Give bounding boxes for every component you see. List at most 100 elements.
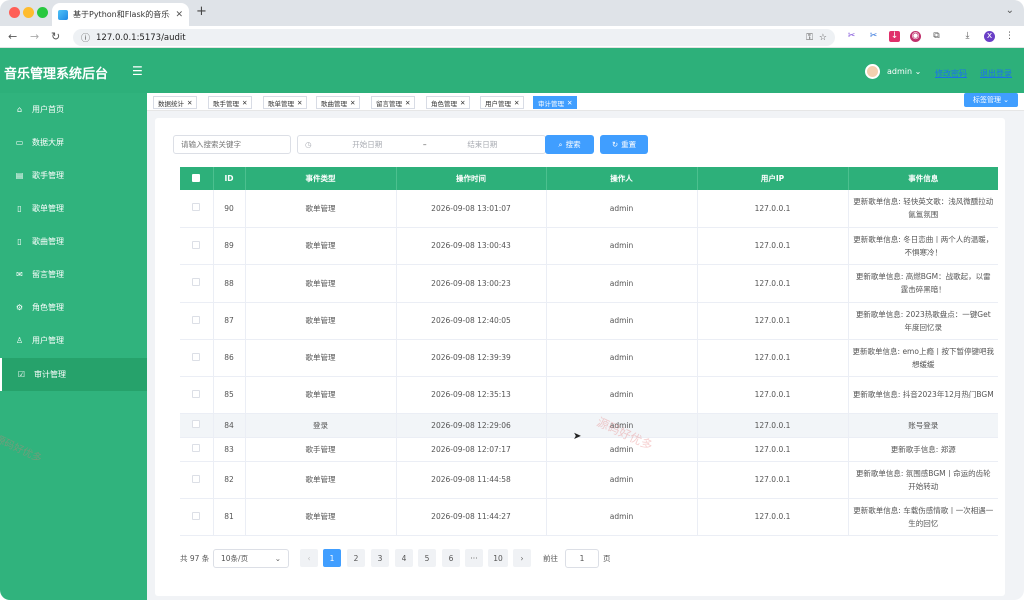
row-checkbox[interactable]	[180, 498, 214, 536]
sidebar-item-songs[interactable]: ▯ 歌曲管理	[0, 225, 147, 258]
tag-roles[interactable]: 角色管理 ✕	[426, 96, 471, 109]
tag-singers[interactable]: 歌手管理 ✕	[208, 96, 253, 109]
tag-playlists[interactable]: 歌单管理 ✕	[263, 96, 308, 109]
prev-page-button[interactable]: ‹	[300, 549, 318, 567]
cell-info: 更新歌单信息: 抖音2023年12月热门BGM	[848, 376, 998, 414]
cell-event-type: 登录	[245, 413, 397, 438]
close-icon[interactable]: ✕	[405, 99, 410, 107]
browser-tab[interactable]: 基于Python和Flask的音乐平台 ✕	[52, 3, 189, 26]
tab-strip: 基于Python和Flask的音乐平台 ✕ + ⌄	[0, 0, 1024, 26]
close-icon[interactable]: ✕	[567, 99, 572, 107]
cell-event-type: 歌单管理	[245, 264, 397, 303]
reload-icon[interactable]: ↻	[51, 30, 60, 43]
row-checkbox[interactable]	[180, 339, 214, 377]
row-checkbox[interactable]	[180, 264, 214, 303]
close-icon[interactable]: ✕	[297, 99, 302, 107]
page-6-button[interactable]: 6	[442, 549, 460, 567]
maximize-window-button[interactable]	[37, 7, 48, 18]
forward-icon[interactable]: →	[30, 30, 39, 43]
row-checkbox[interactable]	[180, 227, 214, 265]
profile-avatar-icon[interactable]: x	[984, 31, 995, 42]
sidebar-item-audit[interactable]: ☑ 审计管理	[0, 358, 147, 391]
close-tab-icon[interactable]: ✕	[175, 10, 183, 20]
keyword-search-input[interactable]	[173, 135, 291, 154]
url-text[interactable]: 127.0.0.1:5173/audit	[96, 33, 800, 43]
sidebar-item-home[interactable]: ⌂ 用户首页	[0, 93, 147, 126]
reset-button[interactable]: ↻ 重置	[600, 135, 648, 154]
tab-search-icon[interactable]: ⌄	[1006, 5, 1014, 16]
range-separator: –	[422, 140, 427, 149]
tag-data-stats[interactable]: 数据统计 ✕	[153, 96, 198, 109]
search-button[interactable]: ⌕ 搜索	[545, 135, 594, 154]
tag-label: 用户管理	[485, 99, 511, 108]
tag-label: 歌单管理	[268, 99, 294, 108]
extensions-puzzle-icon[interactable]: ⧉	[931, 31, 942, 42]
cut-extension-icon[interactable]: ✂	[868, 31, 879, 42]
bookmark-star-icon[interactable]: ☆	[819, 33, 827, 43]
change-password-link[interactable]: 修改密码	[935, 68, 967, 79]
row-checkbox[interactable]	[180, 413, 214, 438]
sidebar-item-dashboard[interactable]: ▭ 数据大屏	[0, 126, 147, 159]
media-extension-icon[interactable]: ◉	[910, 31, 921, 42]
page-4-button[interactable]: 4	[395, 549, 413, 567]
user-avatar[interactable]	[865, 64, 880, 79]
menu-toggle-icon[interactable]: ☰	[132, 64, 143, 78]
menu-kebab-icon[interactable]: ⋮	[1004, 31, 1015, 42]
page-2-button[interactable]: 2	[347, 549, 365, 567]
end-date-input[interactable]: 结束日期	[467, 139, 497, 150]
sidebar-item-playlists[interactable]: ▯ 歌单管理	[0, 192, 147, 225]
page-1-button[interactable]: 1	[323, 549, 341, 567]
tag-manage-button[interactable]: 标签管理 ⌄	[964, 93, 1018, 107]
back-icon[interactable]: ←	[8, 30, 17, 43]
site-info-icon[interactable]: ⓘ	[81, 31, 90, 44]
close-icon[interactable]: ✕	[514, 99, 519, 107]
tag-users[interactable]: 用户管理 ✕	[480, 96, 525, 109]
tag-manage-label: 标签管理	[972, 96, 1001, 104]
tag-songs[interactable]: 歌曲管理 ✕	[316, 96, 361, 109]
app-header: 音乐管理系统后台 ☰ admin ⌄ 修改密码 退出登录	[0, 48, 1024, 93]
cell-operator: admin	[546, 302, 698, 340]
tag-messages[interactable]: 留言管理 ✕	[371, 96, 416, 109]
sidebar-item-roles[interactable]: ⚙ 角色管理	[0, 291, 147, 324]
close-icon[interactable]: ✕	[242, 99, 247, 107]
downloads-icon[interactable]: ⤓	[962, 31, 973, 42]
page-5-button[interactable]: 5	[418, 549, 436, 567]
tag-audit[interactable]: 审计管理 ✕	[533, 96, 578, 109]
logout-link[interactable]: 退出登录	[980, 68, 1012, 79]
new-tab-button[interactable]: +	[196, 4, 207, 19]
start-date-input[interactable]: 开始日期	[352, 139, 382, 150]
goto-page-input[interactable]: 1	[565, 549, 599, 568]
minimize-window-button[interactable]	[23, 7, 34, 18]
cell-id: 84	[213, 413, 246, 438]
page-size-select[interactable]: 10条/页 ⌄	[213, 549, 289, 568]
cell-ip: 127.0.0.1	[697, 190, 849, 228]
audit-card: ◷ 开始日期 – 结束日期 ⌕搜索 ↻重置 ID 事件类型 操作时间 操作人 用…	[155, 118, 1005, 596]
page-ellipsis-button[interactable]: ···	[465, 549, 483, 567]
row-checkbox[interactable]	[180, 302, 214, 340]
page-10-button[interactable]: 10	[488, 549, 508, 567]
download-extension-icon[interactable]: ↓	[889, 31, 900, 42]
sidebar-item-users[interactable]: ♙ 用户管理	[0, 324, 147, 357]
sidebar-item-label: 审计管理	[34, 370, 66, 379]
row-checkbox[interactable]	[180, 376, 214, 414]
scissors-extension-icon[interactable]: ✂	[846, 31, 857, 42]
date-range-picker[interactable]: ◷ 开始日期 – 结束日期	[297, 135, 546, 154]
username-dropdown[interactable]: admin ⌄	[887, 67, 921, 76]
page-3-button[interactable]: 3	[371, 549, 389, 567]
sidebar-item-messages[interactable]: ✉ 留言管理	[0, 258, 147, 291]
cell-id: 83	[213, 437, 246, 462]
sidebar-item-singers[interactable]: ▤ 歌手管理	[0, 159, 147, 192]
close-icon[interactable]: ✕	[187, 99, 192, 107]
close-icon[interactable]: ✕	[460, 99, 465, 107]
address-bar[interactable]: ⓘ 127.0.0.1:5173/audit ⚿ ☆	[73, 29, 835, 46]
phone-icon: ▯	[17, 237, 22, 246]
key-icon[interactable]: ⚿	[806, 33, 813, 43]
row-checkbox[interactable]	[180, 437, 214, 462]
row-checkbox[interactable]	[180, 461, 214, 499]
close-icon[interactable]: ✕	[350, 99, 355, 107]
select-all-checkbox[interactable]	[180, 167, 214, 190]
next-page-button[interactable]: ›	[513, 549, 531, 567]
close-window-button[interactable]	[9, 7, 20, 18]
row-checkbox[interactable]	[180, 190, 214, 228]
search-button-label: 搜索	[565, 140, 581, 149]
